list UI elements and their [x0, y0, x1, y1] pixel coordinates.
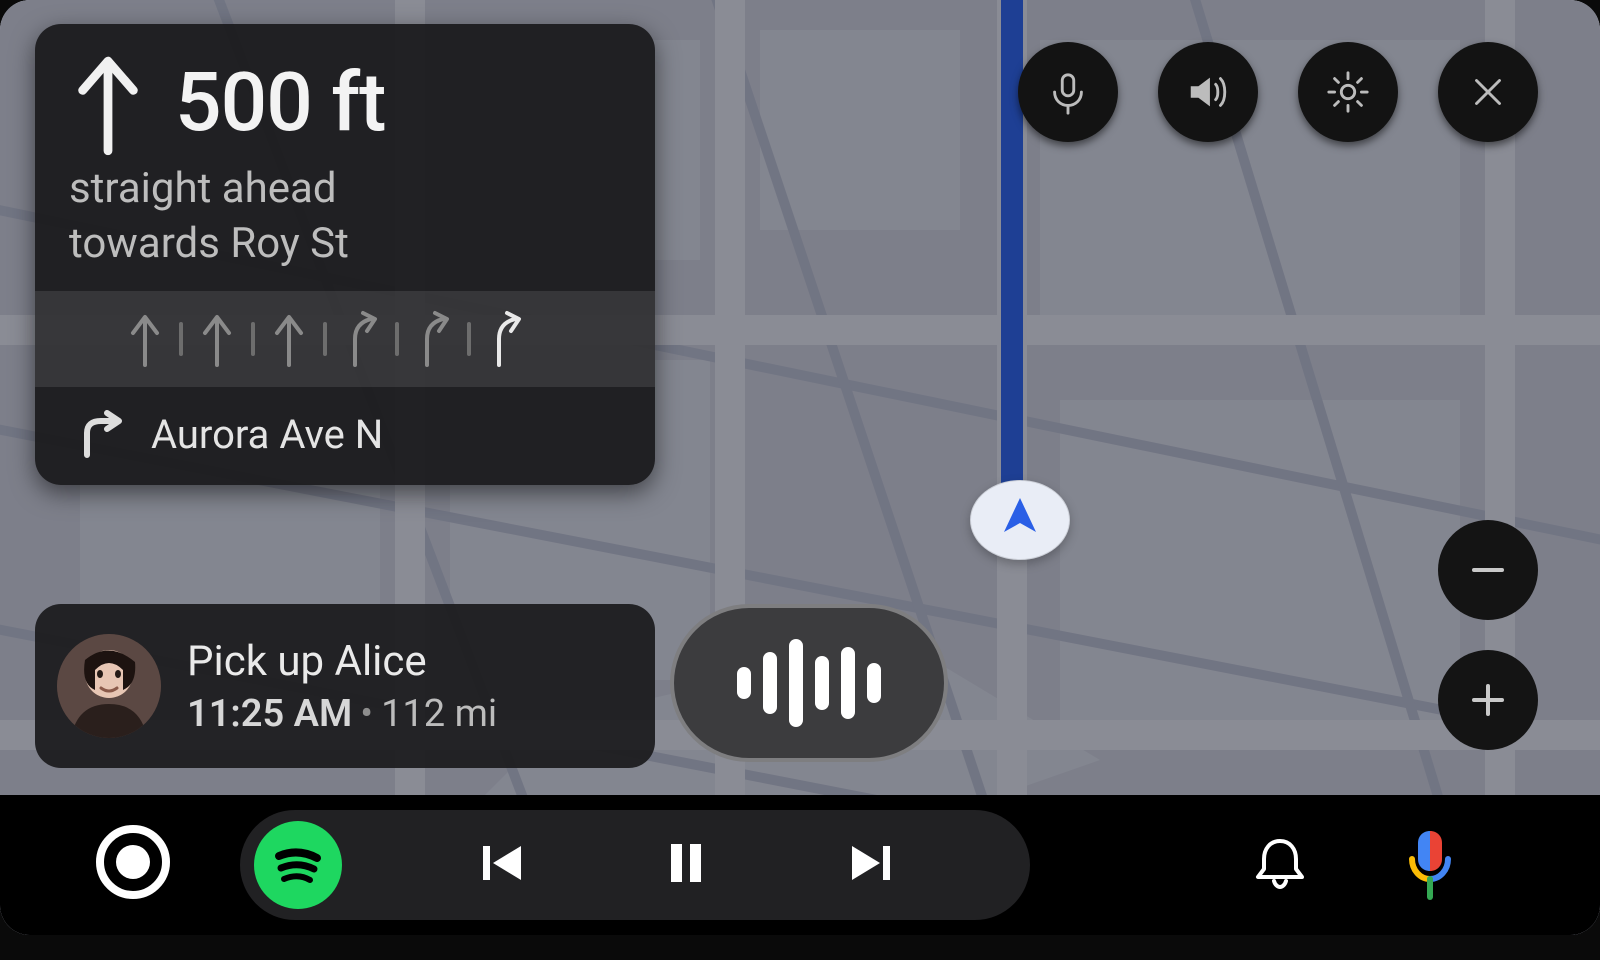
straight-arrow-icon	[69, 48, 147, 158]
voice-wave-bar	[737, 667, 751, 699]
task-title: Pick up Alice	[187, 637, 497, 686]
task-time: 11:25 AM	[187, 692, 352, 736]
direction-distance: 500 ft	[175, 55, 385, 151]
zoom-out-button[interactable]	[1438, 520, 1538, 620]
direction-instruction: straight ahead towards Roy St	[69, 162, 621, 271]
voice-wave-bar	[867, 663, 881, 703]
task-subtitle: 11:25 AM•112 mi	[187, 692, 497, 736]
map-screen: 500 ft straight ahead towards Roy St	[0, 0, 1600, 935]
voice-wave-bar	[841, 647, 855, 719]
assistant-mic-button[interactable]	[1400, 825, 1460, 905]
close-button[interactable]	[1438, 42, 1538, 142]
voice-input-pill[interactable]	[670, 604, 948, 762]
media-previous-button[interactable]	[477, 838, 527, 892]
spotify-icon[interactable]	[254, 821, 342, 909]
direction-line2: towards Roy St	[69, 219, 349, 268]
task-card[interactable]: Pick up Alice 11:25 AM•112 mi	[35, 604, 655, 768]
zoom-in-button[interactable]	[1438, 650, 1538, 750]
notifications-button[interactable]	[1250, 833, 1310, 893]
next-step: Aurora Ave N	[35, 387, 655, 485]
avatar	[57, 634, 161, 738]
media-pill	[240, 810, 1030, 920]
current-location-marker	[970, 480, 1070, 560]
next-road-name: Aurora Ave N	[151, 411, 383, 458]
voice-wave-bar	[763, 652, 777, 714]
task-separator: •	[360, 692, 373, 736]
lane-guidance	[35, 291, 655, 387]
bottom-bar	[0, 795, 1600, 935]
settings-button[interactable]	[1298, 42, 1398, 142]
voice-wave-bar	[815, 656, 829, 710]
voice-search-button[interactable]	[1018, 42, 1118, 142]
task-detail: 112 mi	[381, 692, 497, 736]
direction-card[interactable]: 500 ft straight ahead towards Roy St	[35, 24, 655, 485]
media-pause-button[interactable]	[661, 838, 711, 892]
direction-line1: straight ahead	[69, 164, 337, 213]
media-next-button[interactable]	[846, 838, 896, 892]
voice-wave-bar	[789, 639, 803, 727]
volume-button[interactable]	[1158, 42, 1258, 142]
home-button[interactable]	[96, 825, 170, 899]
turn-right-icon	[75, 409, 125, 459]
